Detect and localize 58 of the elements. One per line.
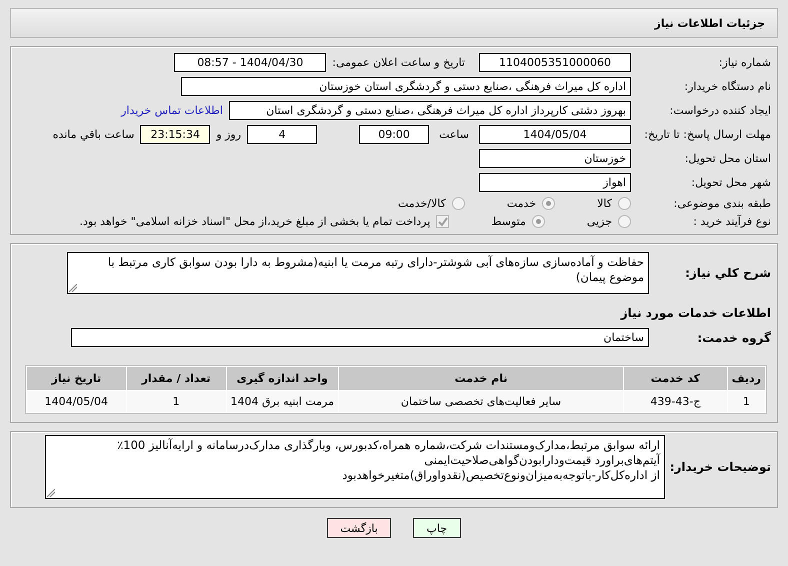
payment-note: پرداخت تمام یا بخشی از مبلغ خرید،از محل "اسناد خزانه اسلامی" خواهد بود.	[80, 215, 430, 228]
column-header: تعداد / مقدار	[126, 367, 226, 390]
table-cell: 1	[126, 391, 226, 412]
field-label: ساعت	[439, 128, 469, 141]
days-field: 4	[247, 125, 318, 144]
column-header: کد خدمت	[624, 367, 727, 390]
table-cell: 1	[728, 391, 765, 412]
countdown-field: 23:15:34	[140, 125, 210, 144]
column-header: تاریخ نیاز	[27, 367, 126, 390]
back-button[interactable]: بازگشت	[327, 518, 391, 538]
contact-link[interactable]: اطلاعات تماس خریدار	[121, 104, 223, 117]
field-label: ایجاد کننده درخواست:	[668, 104, 771, 117]
field-label: تاریخ و ساعت اعلان عمومی:	[332, 56, 465, 69]
table-cell: ج-43-439	[624, 391, 727, 412]
field-label: شرح کلي نیاز:	[684, 266, 771, 280]
field-label: شهر محل تحویل:	[690, 176, 771, 189]
field-label: نوع فرآیند خرید :	[692, 215, 771, 228]
buyer-field: اداره کل میراث فرهنگی ،صنایع دستی و گردشگری استان خوزستان	[181, 77, 631, 96]
field-label: ساعت باقي مانده	[52, 128, 134, 141]
field-label: نام دستگاه خریدار:	[683, 80, 771, 93]
resize-grip-icon[interactable]	[69, 284, 77, 292]
table-cell: 1404/05/04	[27, 391, 126, 412]
print-button[interactable]: چاپ	[412, 518, 461, 538]
option-label: کالا	[597, 197, 612, 210]
field-label: روز و	[216, 128, 242, 141]
notes-box: ارائه سوابق مرتبط،مدارک‌ومستندات شرکت،شماره همراه،کدبورس، وبارگذاری مدارک‌درسامانه و ارایه‌آنالیز 100٪ آیتم‌های‌براورد قیمت‌ودارابودن‌گواهی‌صلاحیت‌ایمنی از اداره‌کل‌کار-باتوجه‌به‌میزان‌ونوع‌تخصیص(نقدواوراق)متغیرخواهدبود	[45, 435, 665, 499]
page-title: جزئیات اطلاعات نیاز	[654, 16, 765, 30]
radio-button[interactable]	[542, 197, 556, 210]
field-label: مهلت ارسال پاسخ: تا تاریخ:	[643, 128, 771, 142]
column-header: نام خدمت	[338, 367, 624, 390]
date-field: 1404/04/30 - 08:57	[174, 53, 326, 72]
resize-grip-icon[interactable]	[47, 489, 55, 497]
date-field: 1404/05/04	[479, 125, 631, 144]
option-label: جزیی	[586, 215, 612, 228]
field-label: طبقه بندی موضوعی:	[672, 197, 771, 210]
section-heading: اطلاعات خدمات مورد نیاز	[619, 306, 771, 320]
table-cell: مرمت ابنیه برق 1404	[226, 391, 338, 412]
column-header: واحد اندازه گیری	[226, 367, 338, 390]
need-number-field: 1104005351000060	[479, 53, 631, 72]
checkbox[interactable]	[436, 215, 450, 228]
service-group-field: ساختمان	[71, 328, 649, 347]
table-cell: سایر فعالیت‌های تخصصی ساختمان	[338, 391, 624, 412]
radio-button[interactable]	[618, 197, 631, 210]
city-field: اهواز	[479, 173, 631, 192]
option-label: خدمت	[506, 197, 536, 210]
description-box: حفاظت و آماده‌سازی سازه‌های آبی شوشتر-دارای رتبه مرمت یا ابنیه(مشروط به دارا بودن سوابق کاری مرتبط با موضوع پیمان)	[67, 252, 649, 294]
option-label: کالا/خدمت	[398, 197, 446, 210]
creator-field: بهروز دشتی کارپرداز اداره کل میراث فرهنگی ،صنایع دستی و گردشگری استان	[229, 101, 631, 120]
radio-button[interactable]	[452, 197, 465, 210]
time-field: 09:00	[359, 125, 430, 144]
field-label: گروه خدمت:	[696, 330, 771, 344]
option-label: متوسط	[491, 215, 526, 228]
province-field: خوزستان	[479, 149, 631, 168]
radio-button[interactable]	[618, 215, 631, 228]
field-label: شماره نیاز:	[718, 56, 771, 69]
field-label: استان محل تحویل:	[684, 152, 771, 165]
radio-button[interactable]	[532, 215, 545, 228]
column-header: ردیف	[728, 367, 765, 390]
